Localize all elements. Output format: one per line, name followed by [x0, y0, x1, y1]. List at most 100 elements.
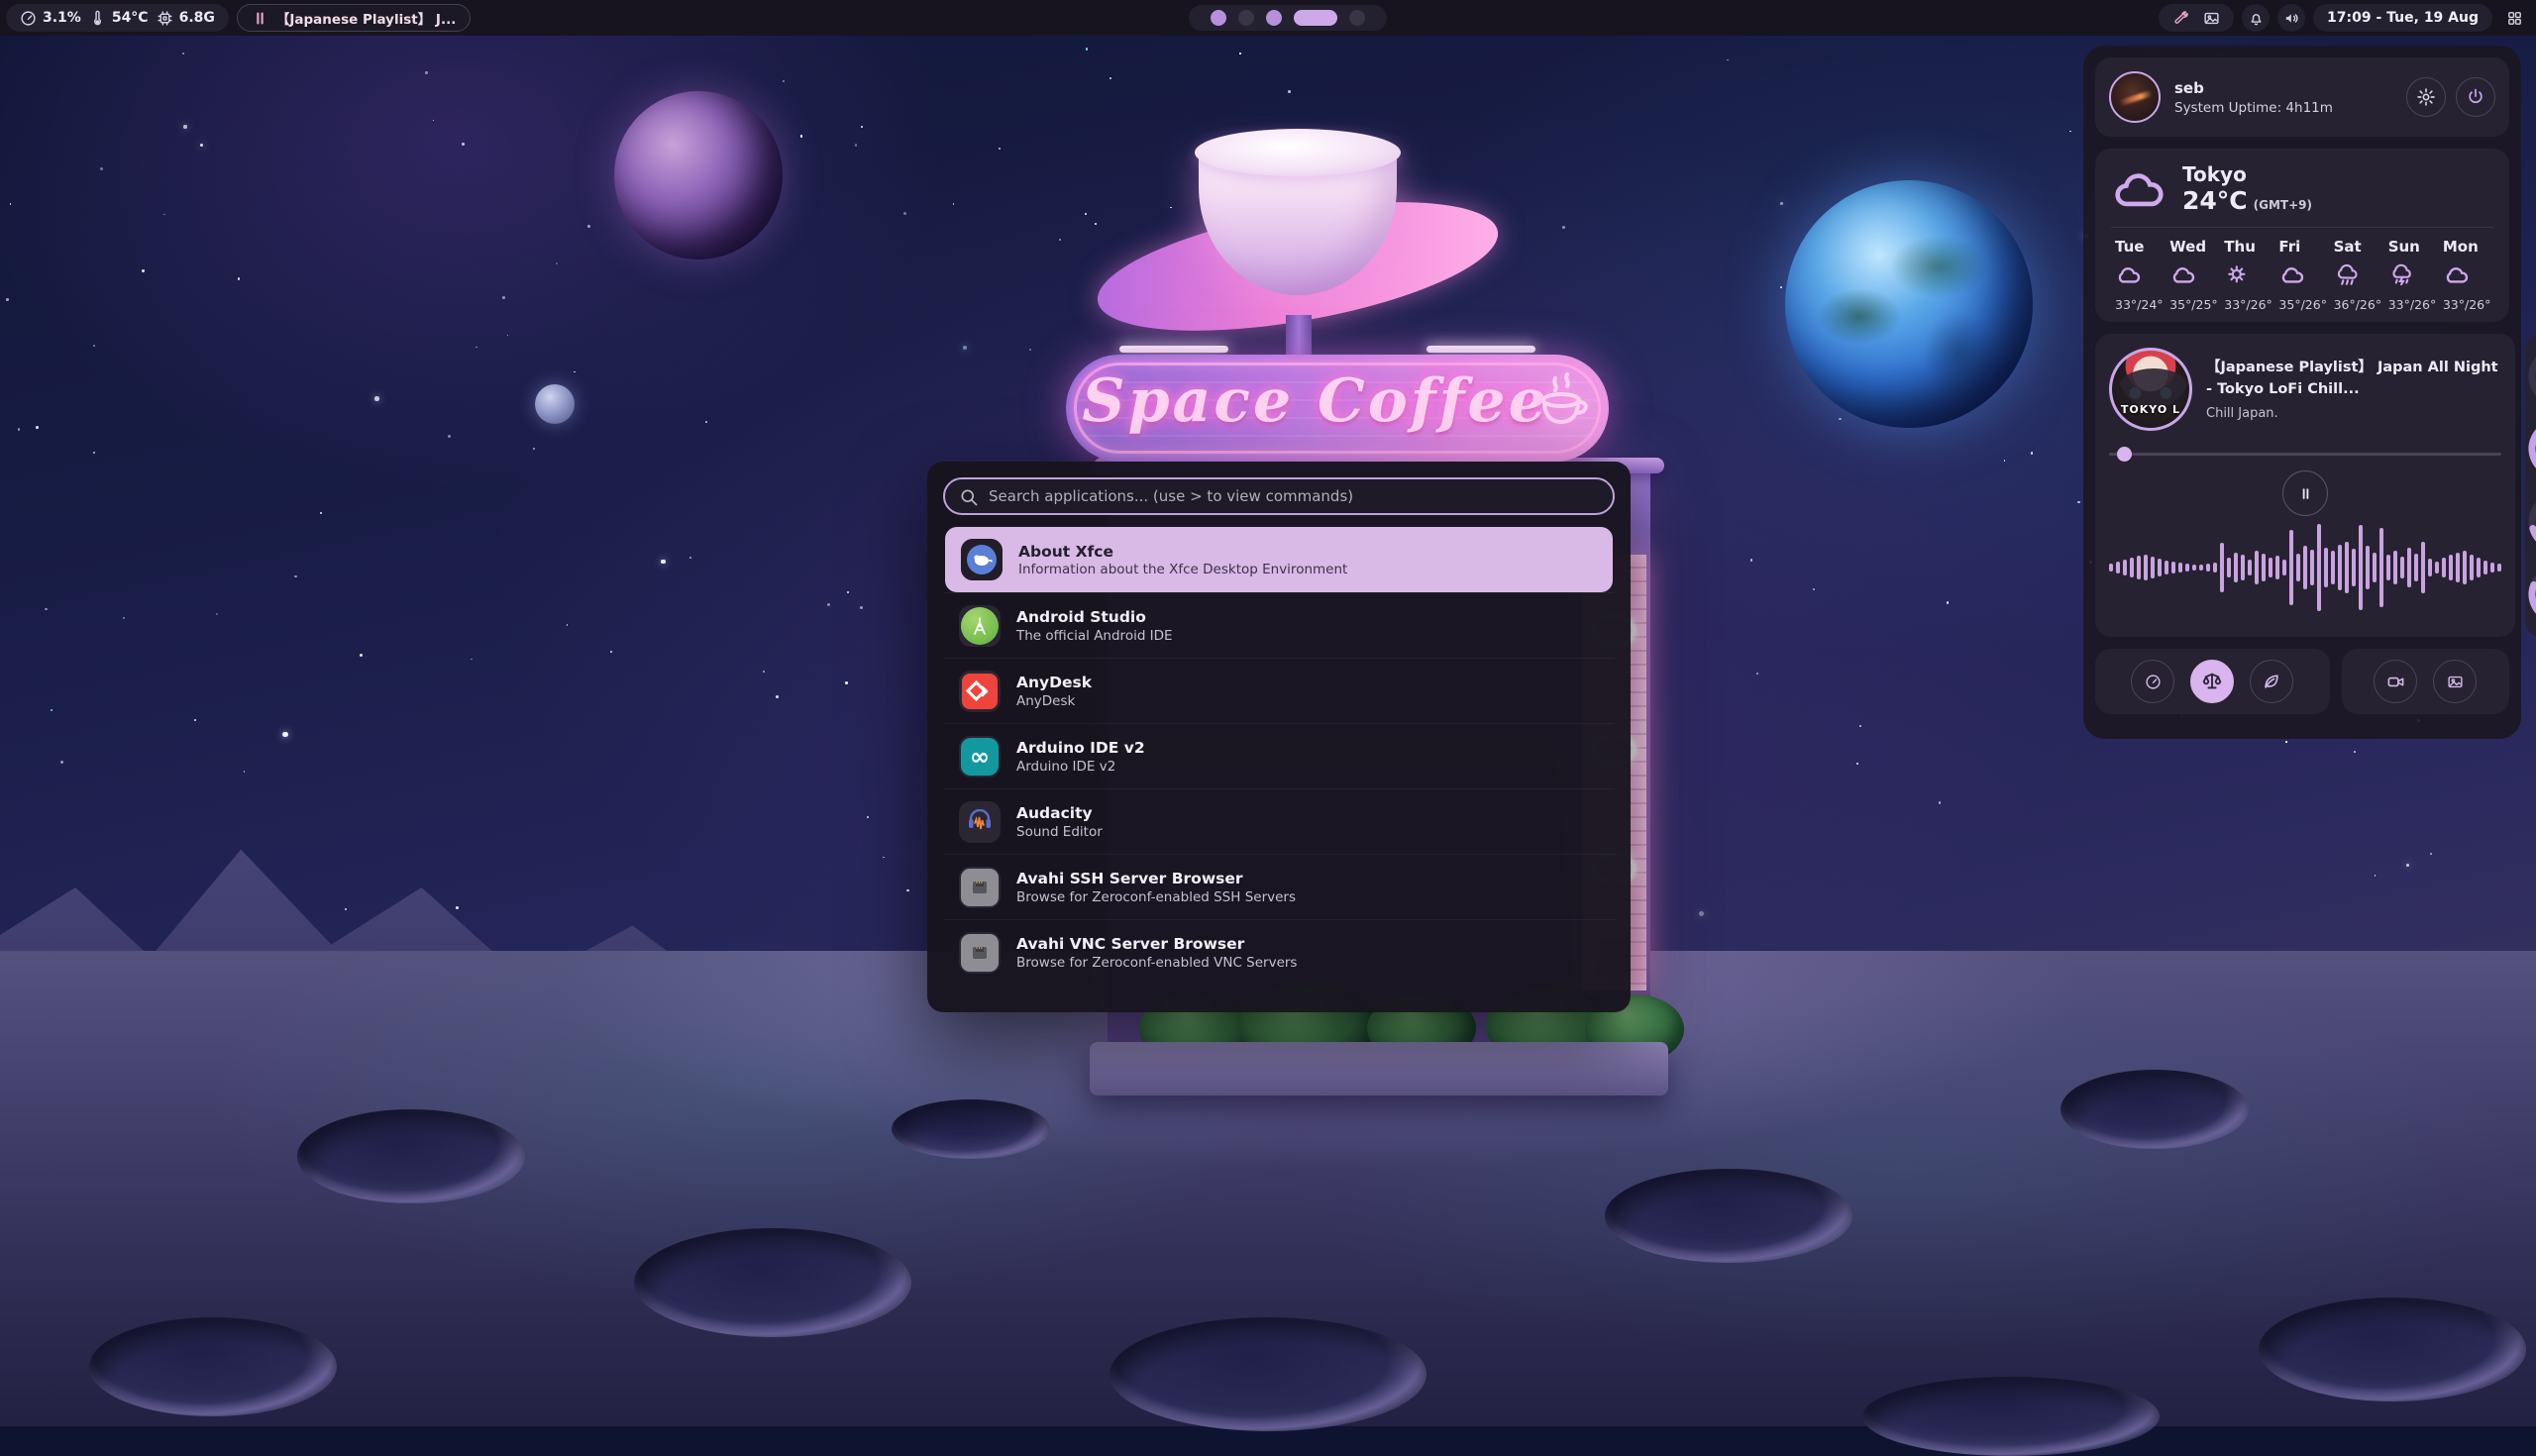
workspace-dot-1[interactable] — [1211, 10, 1226, 26]
waveform-bar — [2199, 565, 2203, 571]
star — [1727, 59, 1729, 61]
workspace-dot-3[interactable] — [1266, 10, 1282, 26]
camera-icon — [2386, 673, 2405, 691]
waveform-bar — [2393, 551, 2397, 584]
gauge-thermometer: 54°C — [2525, 416, 2536, 481]
network-app-icon — [959, 932, 1001, 974]
volume-button[interactable] — [2277, 4, 2305, 32]
search-input[interactable] — [989, 487, 1563, 505]
waveform-bar — [2151, 557, 2155, 578]
star — [860, 606, 863, 609]
star — [883, 857, 885, 859]
waveform-bar — [2234, 553, 2238, 582]
tray-tools-pill[interactable] — [2159, 4, 2234, 32]
star — [1239, 52, 1241, 54]
audio-waveform — [2109, 522, 2501, 613]
sign-lamp — [1119, 346, 1228, 353]
star — [425, 71, 427, 73]
waveform-bar — [2303, 546, 2307, 589]
star — [1939, 801, 1942, 804]
system-stat: 54°C — [89, 10, 149, 27]
star — [1859, 725, 1861, 727]
avatar[interactable] — [2109, 71, 2161, 123]
now-playing-pill[interactable]: 【Japanese Playlist】 J... — [237, 4, 471, 32]
clock-pill[interactable]: 17:09 - Tue, 19 Aug — [2313, 4, 2492, 32]
quick-image-button[interactable] — [2433, 660, 2477, 703]
seek-track — [2109, 453, 2501, 456]
wallpaper-icon[interactable] — [2203, 10, 2220, 27]
gauge-chip: 14% — [2525, 489, 2536, 555]
quick-speedometer-button[interactable] — [2131, 660, 2174, 703]
app-name: Android Studio — [1016, 607, 1173, 628]
album-caption: TOKYO L — [2112, 403, 2189, 416]
forecast-day-mon: Mon 33°/26° — [2439, 238, 2493, 312]
stat-value: 6.8G — [179, 10, 215, 26]
star — [1095, 223, 1097, 225]
sign-text: Space Coffee — [1066, 366, 1565, 436]
track-title: 【Japanese Playlist】 Japan All Night - To… — [2206, 358, 2501, 399]
power-button[interactable] — [2456, 77, 2495, 117]
star — [689, 557, 691, 559]
search-icon — [959, 487, 979, 507]
forecast-day-thu: Thu 33°/26° — [2220, 238, 2274, 312]
app-result-android-studio[interactable]: Android Studio The official Android IDE — [943, 592, 1615, 658]
app-result-audacity[interactable]: Audacity Sound Editor — [943, 788, 1615, 854]
search-bar[interactable] — [943, 477, 1615, 515]
star — [2031, 452, 2034, 455]
album-art[interactable]: TOKYO L — [2109, 348, 2192, 431]
workspace-dot-4[interactable] — [1294, 10, 1337, 26]
workspace-dot-2[interactable] — [1238, 10, 1254, 26]
app-result-avahi-ssh-server-browser[interactable]: Avahi SSH Server Browser Browse for Zero… — [943, 854, 1615, 919]
waveform-bar — [2282, 560, 2286, 575]
waveform-bar — [2144, 555, 2148, 580]
settings-button[interactable] — [2406, 77, 2446, 117]
dashboard-button[interactable] — [2500, 4, 2528, 32]
pause-icon — [2298, 486, 2313, 501]
workspace-dot-5[interactable] — [1349, 10, 1365, 26]
floating-cup — [1149, 117, 1446, 364]
divider — [2111, 227, 2493, 228]
app-result-arduino-ide-v2[interactable]: ∞ Arduino IDE v2 Arduino IDE v2 — [943, 723, 1615, 788]
quick-leaf-button[interactable] — [2250, 660, 2293, 703]
quick-scales-button[interactable] — [2190, 660, 2234, 703]
play-pause-button[interactable] — [2282, 470, 2328, 516]
crater — [297, 1109, 525, 1203]
star — [1839, 418, 1841, 420]
star — [163, 214, 165, 216]
notifications-button[interactable] — [2242, 4, 2270, 32]
star — [2406, 864, 2409, 867]
waveform-bar — [2421, 542, 2425, 593]
gauge-value: 14% — [2525, 489, 2536, 555]
star — [51, 709, 53, 711]
media-player-card: TOKYO L 【Japanese Playlist】 Japan All Ni… — [2095, 334, 2515, 637]
waveform-bar — [2296, 554, 2300, 581]
waveform-bar — [2275, 556, 2279, 579]
star — [18, 428, 20, 430]
waveform-bar — [2220, 543, 2224, 592]
app-name: About Xfce — [1018, 542, 1347, 563]
wrench-icon[interactable] — [2172, 10, 2189, 27]
star — [1750, 559, 1752, 561]
workspace-switcher[interactable] — [1189, 5, 1387, 31]
space-coffee-sign: Space Coffee — [1066, 355, 1609, 462]
app-result-anydesk[interactable]: AnyDesk AnyDesk — [943, 658, 1615, 723]
earth-planet — [1785, 180, 2033, 428]
seek-bar[interactable] — [2109, 447, 2501, 461]
app-result-avahi-vnc-server-browser[interactable]: Avahi VNC Server Browser Browse for Zero… — [943, 919, 1615, 985]
coffee-cup-icon — [1535, 370, 1591, 446]
app-result-about-xfce[interactable]: About Xfce Information about the Xfce De… — [945, 527, 1613, 592]
waveform-bar — [2442, 558, 2446, 577]
star — [2354, 751, 2356, 753]
speaker-icon — [2283, 10, 2300, 27]
waveform-bar — [2386, 555, 2390, 580]
cloud-weather-icon — [2169, 263, 2197, 289]
sign-lamp — [1426, 346, 1535, 353]
seek-knob[interactable] — [2117, 447, 2132, 462]
quick-camera-button[interactable] — [2374, 660, 2417, 703]
star — [845, 681, 848, 684]
waveform-bar — [2171, 562, 2175, 573]
anydesk-app-icon — [959, 671, 1001, 712]
forecast-day-tue: Tue 33°/24° — [2111, 238, 2166, 312]
system-stats-pill[interactable]: 3.1%54°C6.8G — [6, 4, 229, 32]
weather-timezone: (GMT+9) — [2254, 198, 2312, 212]
